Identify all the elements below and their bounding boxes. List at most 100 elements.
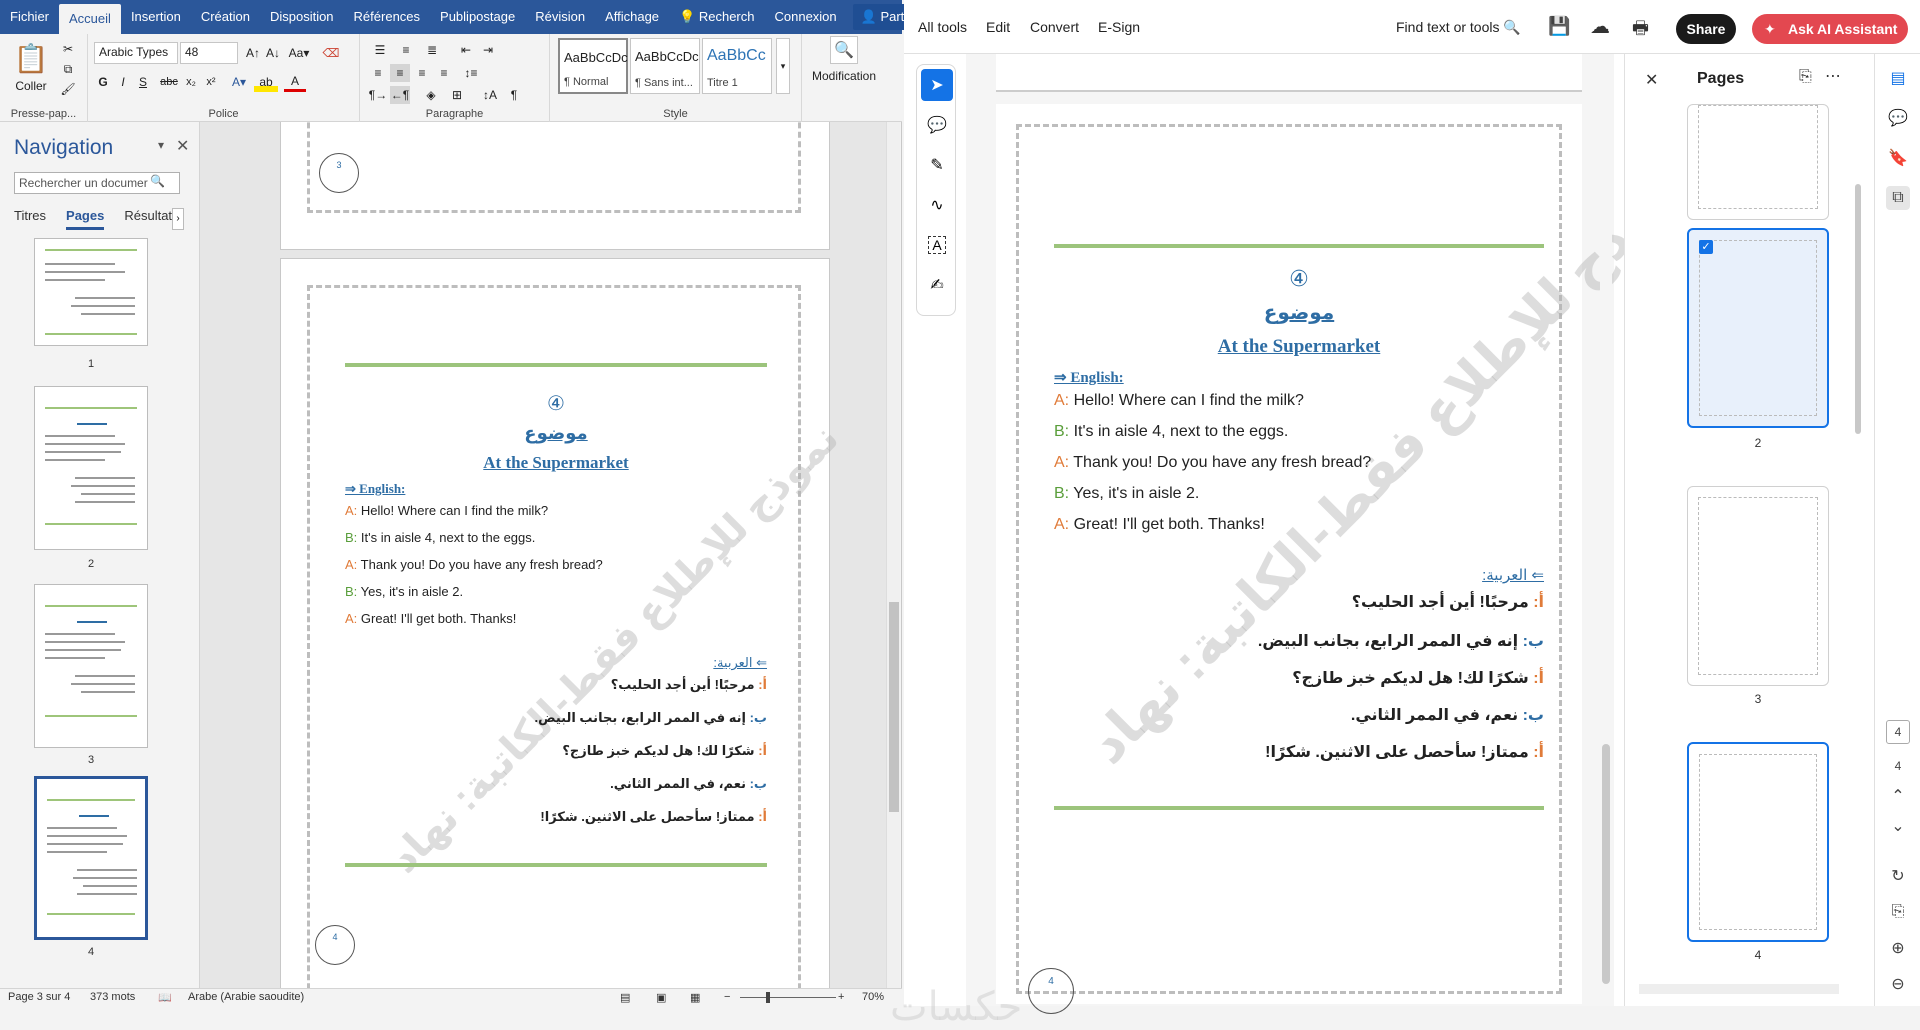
menu-all-tools[interactable]: All tools	[918, 19, 967, 35]
checkbox-icon[interactable]: ✓	[1699, 240, 1713, 254]
grow-font-icon[interactable]: A↑	[244, 42, 262, 64]
line-spacing-icon[interactable]: ↕≡	[460, 64, 482, 82]
nav-tab-pages[interactable]: Pages	[66, 208, 105, 230]
draw-tool-icon[interactable]: ∿	[921, 189, 953, 221]
text-effects-icon[interactable]: A▾	[228, 72, 250, 92]
justify-icon[interactable]: ≡	[434, 64, 454, 82]
comment-tool-icon[interactable]: 💬	[921, 109, 953, 141]
tab-references[interactable]: Références	[344, 0, 430, 34]
decrease-indent-icon[interactable]: ⇤	[456, 40, 476, 60]
pages-scroll-thumb[interactable]	[1855, 184, 1861, 434]
bold-icon[interactable]: G	[94, 72, 112, 92]
rotate-icon[interactable]: ↻	[1886, 864, 1910, 888]
change-case-icon[interactable]: Aa▾	[286, 42, 312, 64]
page-thumb-2[interactable]: ✓	[1687, 228, 1829, 428]
nav-page-thumb-4[interactable]	[34, 776, 148, 940]
nav-page-thumb-1[interactable]	[34, 238, 148, 346]
pages-icon[interactable]: ⧉	[1886, 186, 1910, 210]
strikethrough-icon[interactable]: abc	[158, 72, 180, 92]
ai-assistant-button[interactable]: ✦ Ask AI Assistant	[1752, 14, 1908, 44]
show-marks-icon[interactable]: ¶	[504, 86, 524, 104]
tab-insertion[interactable]: Insertion	[121, 0, 191, 34]
nav-tab-resultats[interactable]: Résultat	[124, 208, 172, 230]
align-center-icon[interactable]: ≡	[390, 64, 410, 82]
status-words[interactable]: 373 mots	[90, 991, 135, 1003]
ai-summary-icon[interactable]: ▤	[1886, 66, 1910, 90]
close-panel-icon[interactable]: ✕	[1645, 70, 1658, 90]
underline-icon[interactable]: S	[134, 72, 152, 92]
bookmarks-icon[interactable]: 🔖	[1886, 146, 1910, 170]
doc-vertical-scrollbar[interactable]	[886, 122, 900, 988]
search-icon[interactable]: 🔍	[150, 174, 165, 188]
font-size-select[interactable]: 48	[180, 42, 238, 64]
paste-label[interactable]: Coller	[8, 78, 54, 94]
fit-page-icon[interactable]: ⎘	[1886, 900, 1910, 924]
comments-icon[interactable]: 💬	[1886, 106, 1910, 130]
status-zoom[interactable]: 70%	[862, 991, 884, 1003]
style-no-spacing[interactable]: AaBbCcDc ¶ Sans int...	[630, 38, 700, 94]
sort-icon[interactable]: ↕A	[480, 86, 500, 104]
style-heading-1[interactable]: AaBbCc Titre 1	[702, 38, 772, 94]
scroll-thumb[interactable]	[889, 602, 899, 812]
rtl-icon[interactable]: ←¶	[390, 86, 410, 104]
nav-options-icon[interactable]: ▾	[158, 138, 164, 152]
nav-page-thumb-3[interactable]	[34, 584, 148, 748]
zoom-in-icon[interactable]: +	[838, 991, 844, 1003]
numbering-icon[interactable]: ≡	[394, 40, 418, 60]
align-right-icon[interactable]: ≡	[412, 64, 432, 82]
save-icon[interactable]: 💾	[1548, 16, 1570, 37]
previous-page-icon[interactable]: ⌃	[1886, 784, 1910, 808]
print-layout-icon[interactable]: ▣	[656, 991, 666, 1004]
italic-icon[interactable]: I	[114, 72, 132, 92]
font-name-select[interactable]: Arabic Types	[94, 42, 178, 64]
nav-tabs-scroll-icon[interactable]: ›	[172, 208, 184, 230]
zoom-out-icon[interactable]: ⊖	[1886, 972, 1910, 996]
multilevel-list-icon[interactable]: ≣	[420, 40, 444, 60]
page-thumb-4[interactable]	[1687, 742, 1829, 942]
borders-icon[interactable]: ⊞	[446, 86, 468, 104]
menu-convert[interactable]: Convert	[1030, 19, 1079, 35]
styles-more-icon[interactable]: ▾	[776, 38, 790, 94]
cut-icon[interactable]: ✂	[58, 40, 78, 58]
shrink-font-icon[interactable]: A↓	[264, 42, 282, 64]
zoom-slider[interactable]	[740, 997, 836, 998]
copy-icon[interactable]: ⧉	[58, 60, 78, 78]
find-text-input[interactable]: Find text or tools 🔍	[1396, 19, 1521, 36]
ltr-icon[interactable]: ¶→	[368, 86, 388, 104]
sign-tool-icon[interactable]: ✍	[921, 269, 953, 301]
print-icon[interactable]: 🖶	[1632, 16, 1649, 46]
status-language[interactable]: Arabe (Arabie saoudite)	[188, 991, 304, 1003]
tab-accueil[interactable]: Accueil	[59, 4, 121, 34]
nav-close-icon[interactable]: ✕	[176, 136, 189, 156]
pages-scrollbar[interactable]	[1853, 94, 1863, 994]
format-painter-icon[interactable]: 🖌	[58, 80, 78, 98]
tab-creation[interactable]: Création	[191, 0, 260, 34]
find-icon[interactable]: 🔍	[830, 36, 858, 64]
superscript-icon[interactable]: x²	[202, 72, 220, 92]
viewer-scroll-thumb[interactable]	[1602, 744, 1610, 984]
tab-connexion[interactable]: Connexion	[764, 0, 846, 34]
read-mode-icon[interactable]: ▤	[620, 991, 630, 1004]
current-page[interactable]: نموذج للإطلاع فقط-الكاتبة: نهاد ④ موضوع …	[280, 258, 847, 988]
pages-hscrollbar[interactable]	[1639, 984, 1839, 994]
zoom-in-icon[interactable]: ⊕	[1886, 936, 1910, 960]
tab-revision[interactable]: Révision	[525, 0, 595, 34]
share-button[interactable]: Share	[1676, 14, 1736, 44]
pdf-viewer[interactable]: نموذج للإطلاع فقط-الكاتبة: نهاد ④ موضوع …	[890, 54, 1706, 1029]
menu-esign[interactable]: E-Sign	[1098, 19, 1140, 35]
highlight-tool-icon[interactable]: ✎	[921, 149, 953, 181]
word-document-area[interactable]: 3 نموذج للإطلاع فقط-الكاتبة: نهاد ④ موضو…	[200, 122, 900, 988]
font-color-icon[interactable]: A	[284, 72, 306, 92]
more-options-icon[interactable]: ⋯	[1825, 66, 1841, 86]
text-box-tool-icon[interactable]: A	[921, 229, 953, 261]
menu-edit[interactable]: Edit	[986, 19, 1010, 35]
web-layout-icon[interactable]: ▦	[690, 991, 700, 1004]
style-normal[interactable]: AaBbCcDc ¶ Normal	[558, 38, 628, 94]
nav-tab-titres[interactable]: Titres	[14, 208, 46, 230]
highlight-icon[interactable]: ab	[254, 72, 278, 92]
tab-disposition[interactable]: Disposition	[260, 0, 344, 34]
clear-format-icon[interactable]: ⌫	[320, 42, 342, 64]
tab-affichage[interactable]: Affichage	[595, 0, 669, 34]
increase-indent-icon[interactable]: ⇥	[478, 40, 498, 60]
upload-icon[interactable]: ☁	[1590, 14, 1610, 39]
